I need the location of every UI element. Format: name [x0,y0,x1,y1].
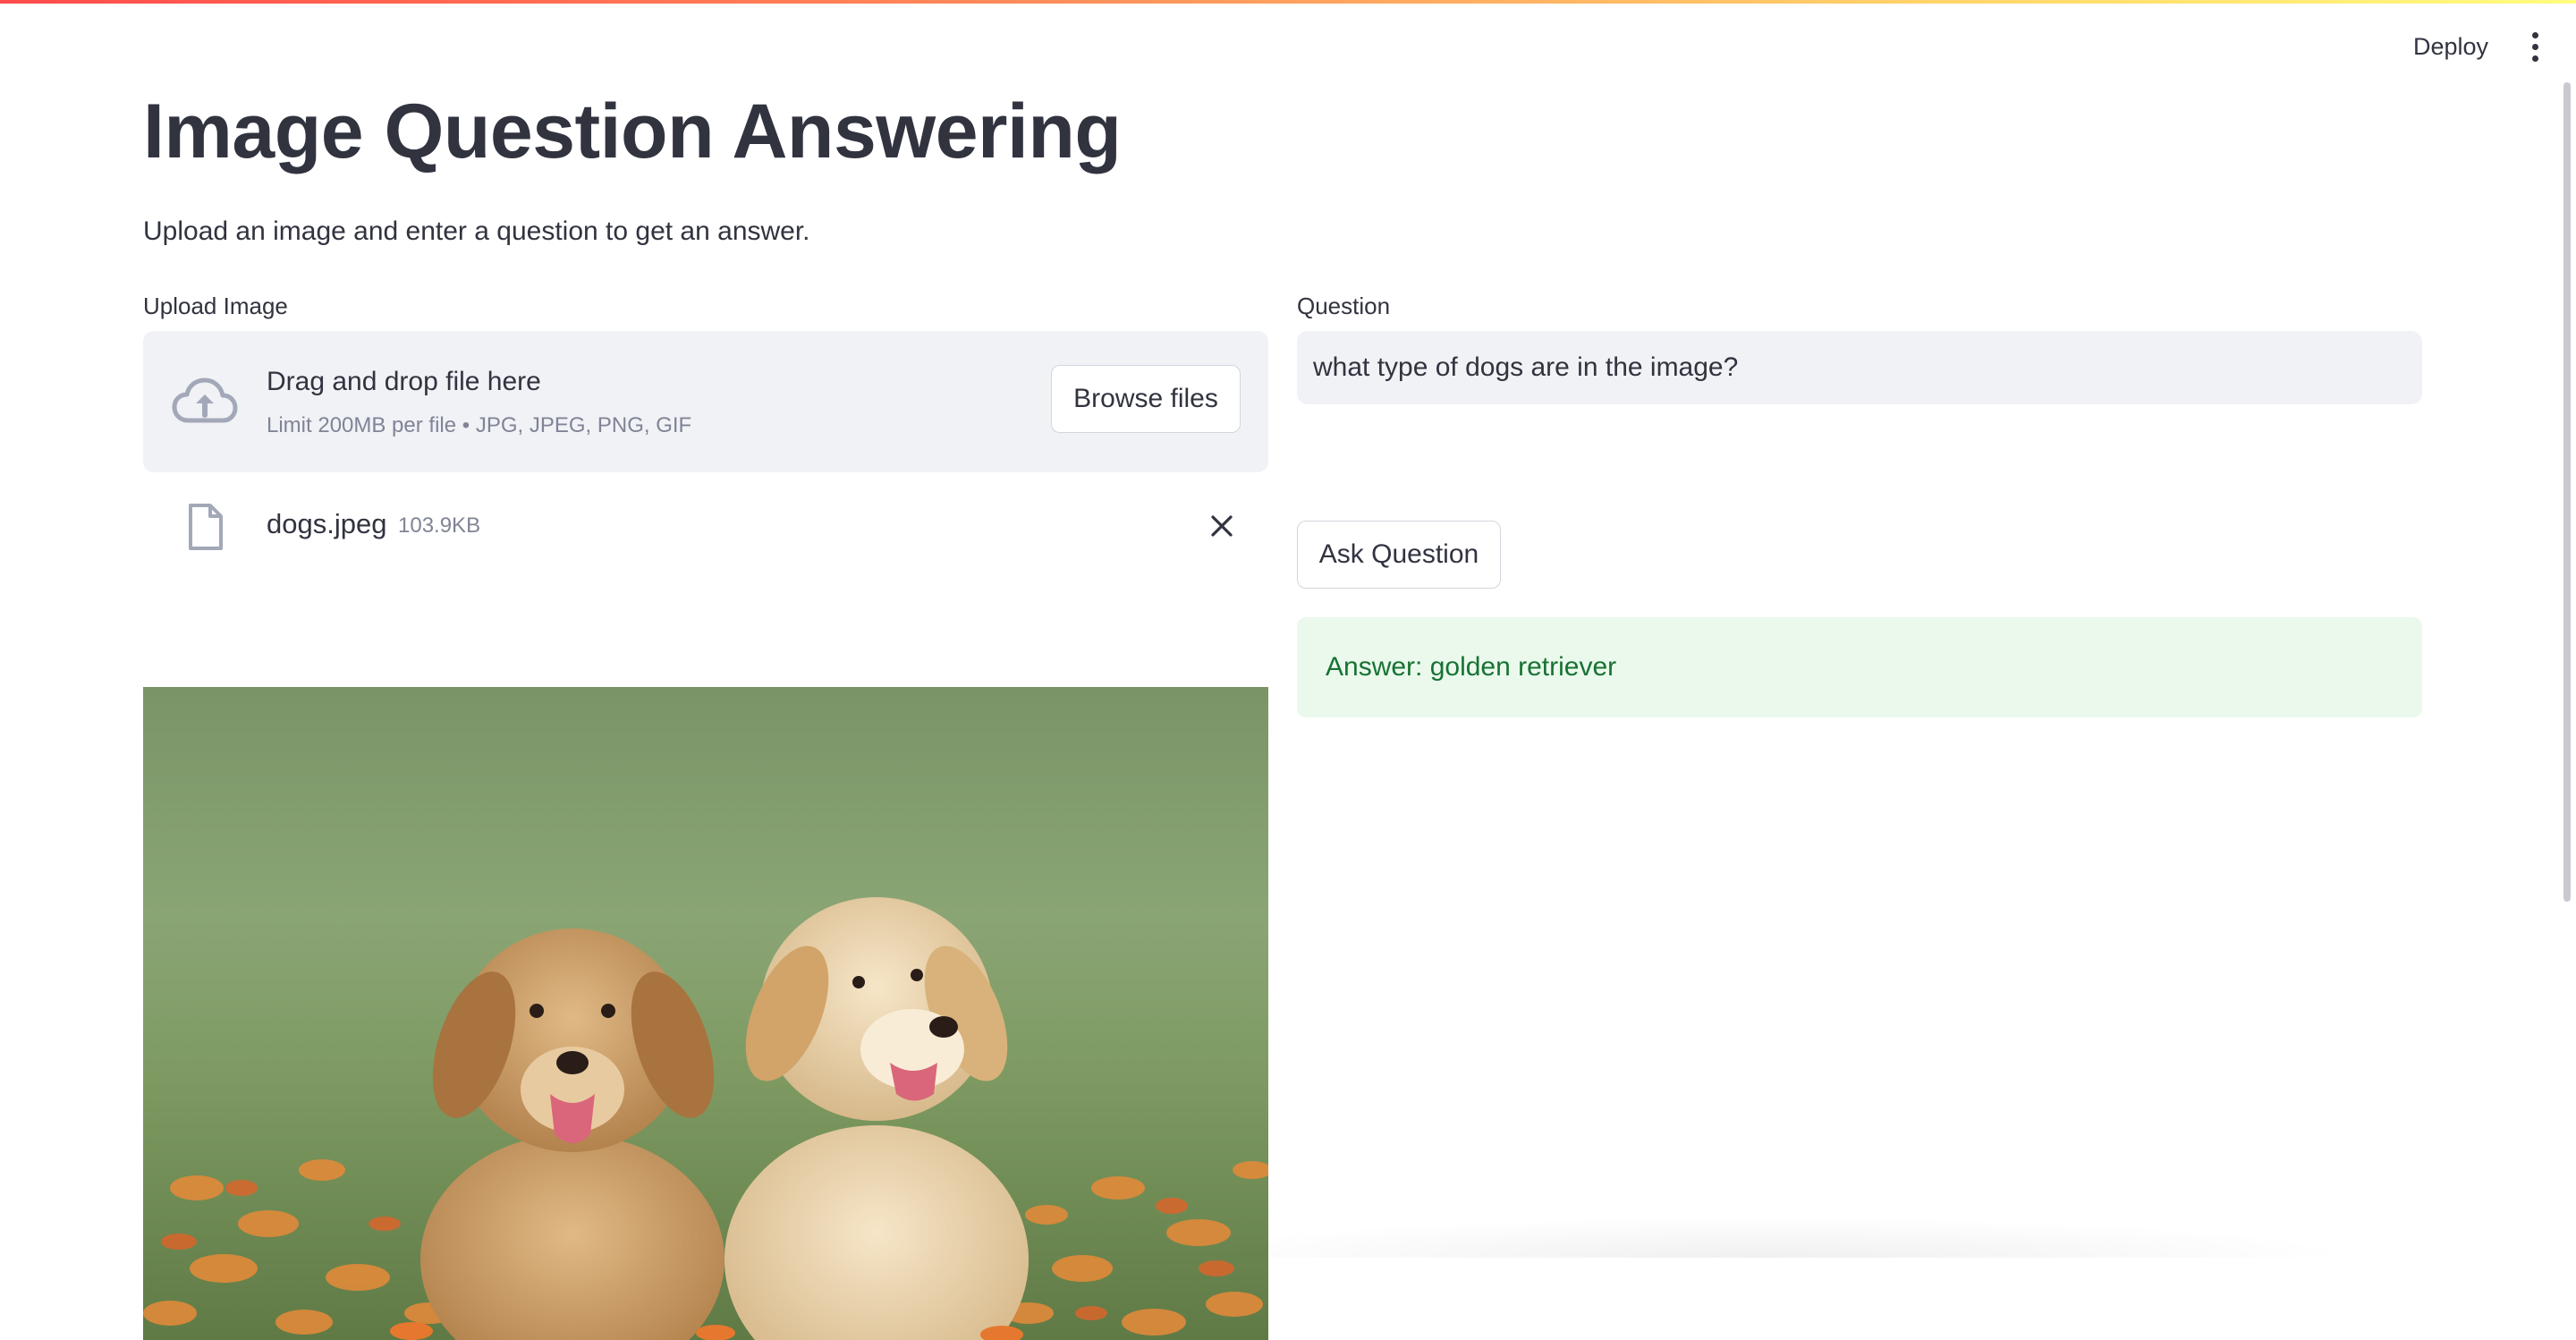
question-input[interactable] [1297,331,2422,404]
file-icon [189,504,223,550]
file-name: dogs.jpeg [267,508,387,539]
question-column: Question Ask Question Answer: golden ret… [1297,290,2422,717]
menu-dot [2531,31,2538,38]
file-size: 103.9KB [398,513,481,538]
deploy-button[interactable]: Deploy [2395,23,2506,70]
uploaded-image-preview [143,687,1268,1340]
close-icon[interactable] [1206,510,1238,542]
upload-label: Upload Image [143,293,288,319]
page-subtitle: Upload an image and enter a question to … [143,216,810,246]
upload-column: Upload Image Drag and drop file here Lim… [143,290,1268,1340]
menu-dot [2531,55,2538,62]
answer-text: Answer: golden retriever [1326,652,1617,682]
dropzone-title: Drag and drop file here [267,367,541,396]
menu-dot [2531,43,2538,50]
dogs-photo [143,687,1268,1340]
page-title: Image Question Answering [143,89,1122,174]
ask-question-button[interactable]: Ask Question [1297,521,1501,589]
question-label: Question [1297,293,1391,319]
file-dropzone[interactable]: Drag and drop file here Limit 200MB per … [143,331,1268,472]
uploaded-file-row: dogs.jpeg 103.9KB [143,492,1268,564]
answer-alert: Answer: golden retriever [1297,617,2422,717]
kebab-menu-icon[interactable] [2521,27,2549,66]
browse-files-button[interactable]: Browse files [1051,365,1241,433]
bottom-shadow [1163,1217,2361,1258]
cloud-upload-icon [172,377,238,423]
dropzone-hint: Limit 200MB per file • JPG, JPEG, PNG, G… [267,413,692,437]
app-header: Deploy [0,4,2576,82]
scrollbar[interactable] [2563,82,2571,902]
